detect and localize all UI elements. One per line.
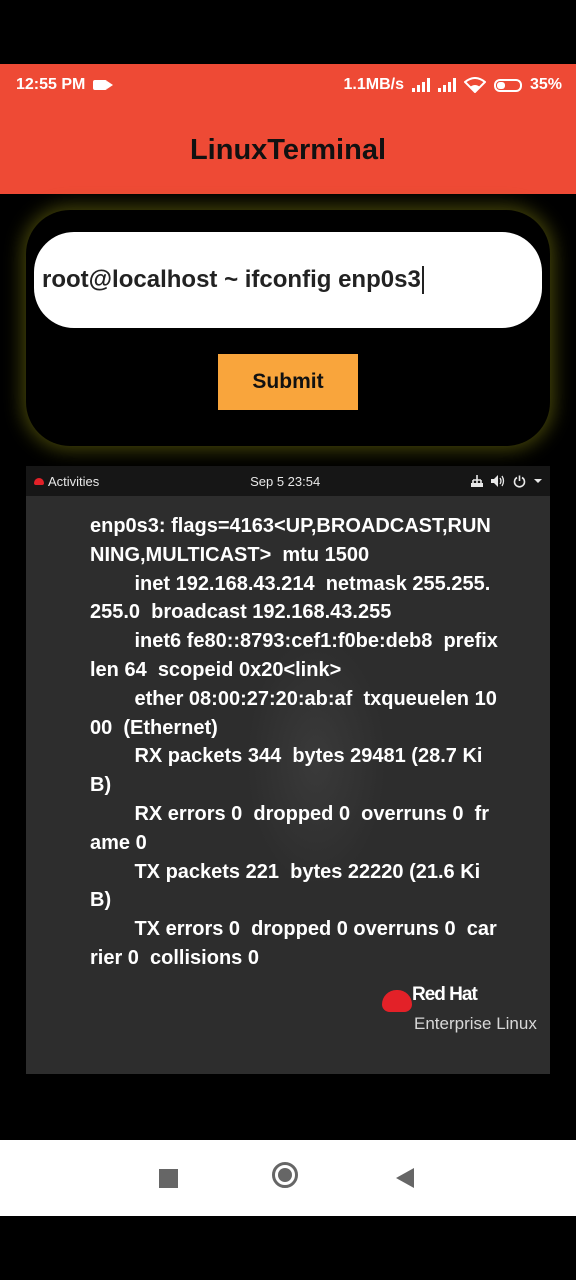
activities-label: Activities xyxy=(48,473,100,489)
network-speed: 1.1MB/s xyxy=(343,76,404,93)
redhat-brand-sub: Enterprise Linux xyxy=(414,1014,537,1033)
redhat-icon xyxy=(34,477,44,485)
text-caret xyxy=(421,266,424,294)
status-left: 12:55 PM xyxy=(16,76,114,94)
activities-button: Activities xyxy=(34,474,99,489)
desktop-screenshot: Activities Sep 5 23:54 enp0s3: flags=416… xyxy=(26,466,550,1074)
app-bar: LinuxTerminal xyxy=(0,106,576,194)
battery-icon xyxy=(493,78,522,92)
system-tray xyxy=(470,474,542,488)
status-time: 12:55 PM xyxy=(16,76,86,93)
recents-icon[interactable] xyxy=(159,1169,178,1188)
signal-icon xyxy=(437,78,456,92)
desktop-top-bar: Activities Sep 5 23:54 xyxy=(26,466,550,496)
command-panel: root@localhost ~ ifconfig enp0s3 Submit xyxy=(26,210,550,446)
redhat-logo: Red Hat Enterprise Linux xyxy=(382,984,542,1054)
submit-button[interactable]: Submit xyxy=(218,354,358,410)
status-right: 1.1MB/s 35% xyxy=(343,76,562,94)
network-icon xyxy=(470,475,483,487)
dropdown-icon xyxy=(533,479,542,483)
desktop-clock: Sep 5 23:54 xyxy=(250,473,321,489)
navigation-bar xyxy=(0,1140,576,1216)
signal-icon xyxy=(411,78,430,92)
app-title: LinuxTerminal xyxy=(189,133,387,166)
back-icon[interactable] xyxy=(396,1168,414,1188)
home-icon[interactable] xyxy=(272,1162,298,1188)
status-bar: 12:55 PM 1.1MB/s 35% xyxy=(0,64,576,106)
video-camera-icon xyxy=(93,80,114,90)
command-input-value: root@localhost ~ ifconfig enp0s3 xyxy=(42,266,421,293)
command-input[interactable]: root@localhost ~ ifconfig enp0s3 xyxy=(34,232,542,328)
volume-icon xyxy=(490,475,505,487)
wifi-icon xyxy=(463,77,486,93)
redhat-brand: Red Hat xyxy=(412,984,478,1005)
power-icon xyxy=(513,475,526,488)
battery-percent: 35% xyxy=(529,76,562,93)
terminal-output: enp0s3: flags=4163<UP,BROADCAST,RUNNING,… xyxy=(90,515,498,969)
redhat-hat-icon xyxy=(382,990,412,1012)
